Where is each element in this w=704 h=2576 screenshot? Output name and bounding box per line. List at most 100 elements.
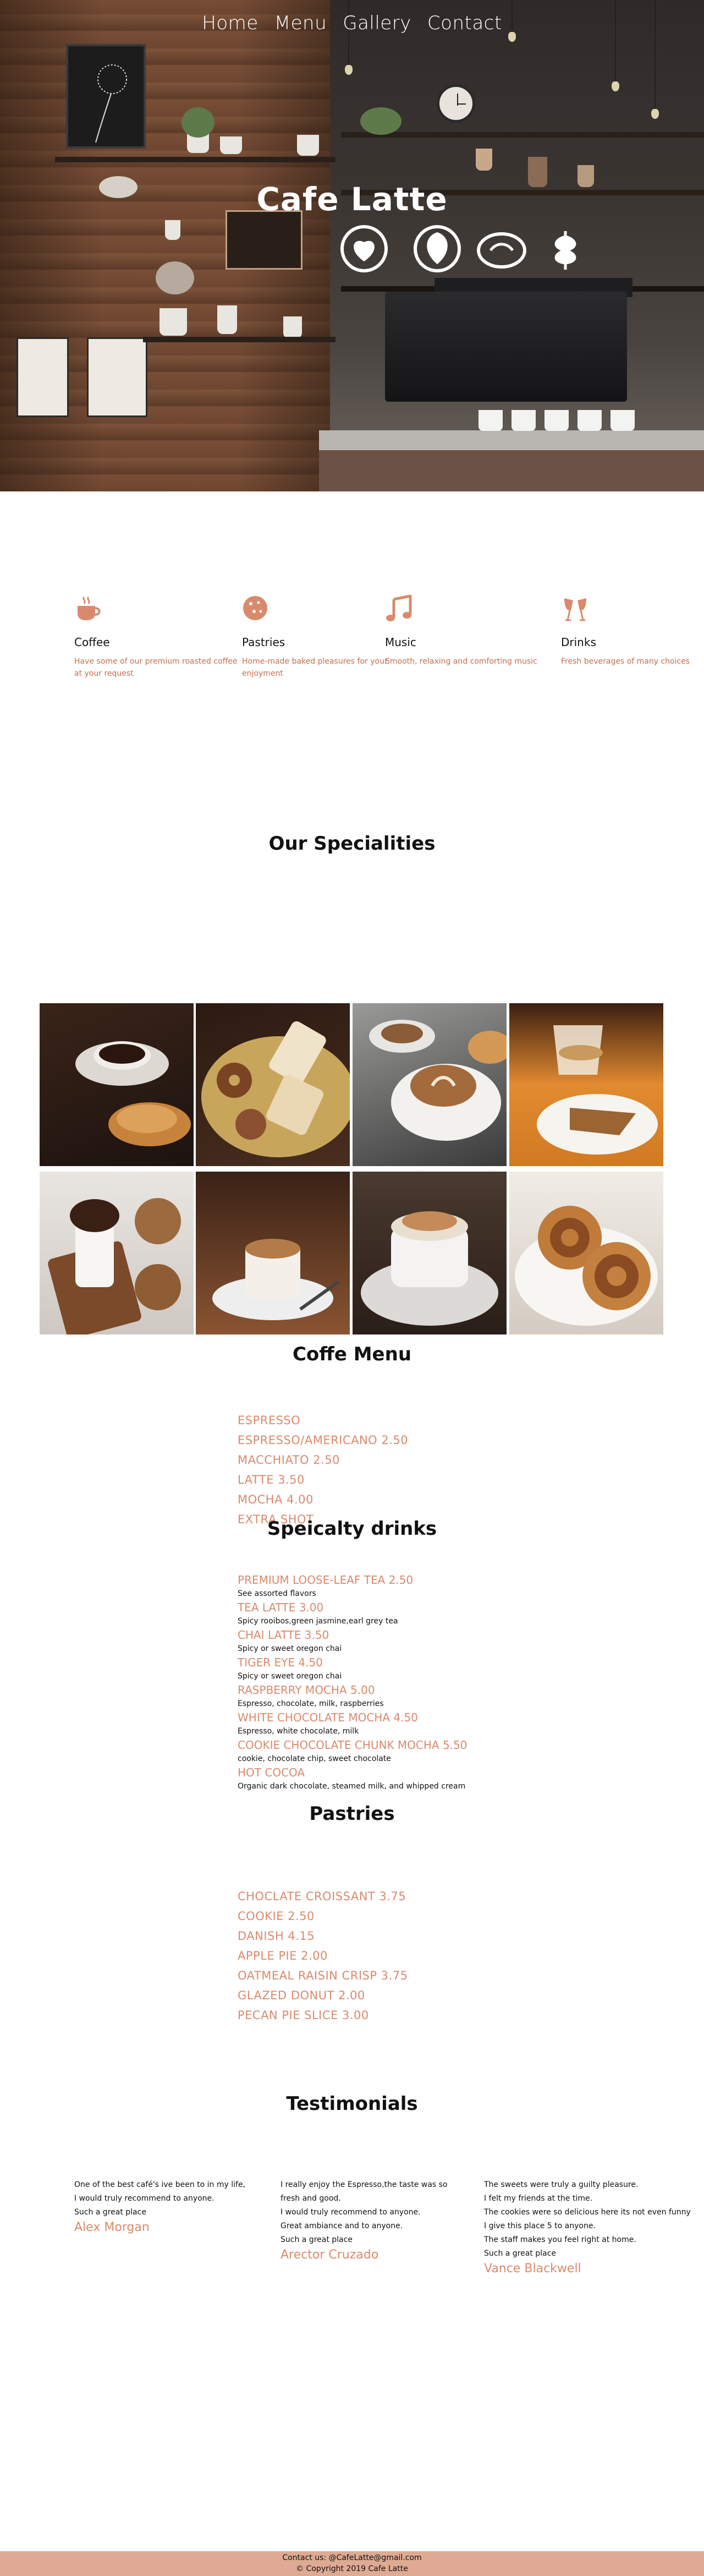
feature-desc: Have some of our premium roasted coffee … xyxy=(74,657,238,678)
drink-desc: Spicy or sweet oregon chai xyxy=(238,1644,342,1653)
testimonial-card: One of the best café's ive been to in my… xyxy=(74,2178,256,2234)
drink-desc: Espresso, chocolate, milk, raspberries xyxy=(238,1699,384,1708)
drink-name: PREMIUM LOOSE-LEAF TEA 2.50 xyxy=(238,1573,414,1587)
drink-name: COOKIE CHOCOLATE CHUNK MOCHA 5.50 xyxy=(238,1738,468,1752)
gallery-photo[interactable] xyxy=(196,1172,350,1335)
feature-title: Drinks xyxy=(561,636,596,649)
cheers-glasses-icon xyxy=(564,598,586,621)
latte-art-tulip-icon xyxy=(414,225,461,272)
drink-desc: Organic dark chocolate, steamed milk, an… xyxy=(238,1782,466,1791)
drink-desc: Spicy or sweet oregon chai xyxy=(238,1672,342,1681)
main-nav: Home Menu Gallery Contact xyxy=(0,12,704,34)
drink-name: WHITE CHOCOLATE MOCHA 4.50 xyxy=(238,1711,418,1724)
testimonial-text: The cookies were so delicious here its n… xyxy=(484,2208,691,2217)
testimonial-text: Such a great place xyxy=(74,2208,146,2217)
drink-desc: Spicy rooibos,green jasmine,earl grey te… xyxy=(238,1617,398,1626)
pastries-section: CHOCLATE CROISSANT 3.75 COOKIE 2.50 DANI… xyxy=(0,1826,704,2115)
feature-coffee: Coffee Have some of our premium roasted … xyxy=(74,595,239,680)
latte-art-heart-icon xyxy=(340,225,388,272)
nav-gallery-link[interactable]: Gallery xyxy=(343,12,411,34)
latte-art-cup-icon xyxy=(477,232,526,269)
testimonial-text: I felt my friends at the time. xyxy=(484,2194,593,2203)
menu-item: MACCHIATO 2.50 xyxy=(238,1453,340,1467)
feature-title: Pastries xyxy=(242,636,285,649)
drink-desc: cookie, chocolate chip, sweet chocolate xyxy=(238,1754,391,1763)
testimonial-text: Such a great place xyxy=(280,2235,353,2244)
feature-desc: Home-made baked pleasures for your enjoy… xyxy=(242,657,388,678)
menu-item: PECAN PIE SLICE 3.00 xyxy=(238,2009,369,2022)
menu-item: LATTE 3.50 xyxy=(238,1473,305,1486)
drink-desc: See assorted flavors xyxy=(238,1589,316,1598)
menu-item: APPLE PIE 2.00 xyxy=(238,1949,328,1962)
hero-title: Cafe Latte xyxy=(256,181,448,218)
dandelion-picture xyxy=(66,44,146,149)
testimonial-card: The sweets were truly a guilty pleasure.… xyxy=(484,2178,693,2276)
menu-clipboard xyxy=(87,337,147,417)
music-note-icon xyxy=(386,594,412,621)
drinks-list: PREMIUM LOOSE-LEAF TEA 2.50 See assorted… xyxy=(238,1573,468,1793)
drink-desc: Espresso, white chocolate, milk xyxy=(238,1727,359,1736)
feature-title: Coffee xyxy=(74,636,110,649)
gallery-photo[interactable] xyxy=(40,1003,194,1166)
menu-item: GLAZED DONUT 2.00 xyxy=(238,1989,365,2002)
features-section: Coffee Have some of our premium roasted … xyxy=(0,491,704,756)
gallery-photo[interactable] xyxy=(196,1003,350,1166)
menu-item: COOKIE 2.50 xyxy=(238,1910,315,1923)
gallery-photo[interactable] xyxy=(353,1172,507,1335)
drink-name: HOT COCOA xyxy=(238,1766,305,1779)
drink-name: TEA LATTE 3.00 xyxy=(238,1601,324,1614)
hero-section: Home Menu Gallery Contact Cafe Latte xyxy=(0,0,704,491)
testimonial-text: I would truly recommend to anyone. xyxy=(74,2194,215,2203)
gallery-photo[interactable] xyxy=(40,1172,194,1335)
menu-item: ESPRESSO/AMERICANO 2.50 xyxy=(238,1434,409,1447)
testimonial-card: I really enjoy the Espresso,the taste wa… xyxy=(280,2178,462,2262)
latte-art-leaf-icon xyxy=(554,231,576,270)
coffee-menu-section: Coffe Menu ESPRESSO ESPRESSO/AMERICANO 2… xyxy=(0,1343,704,1556)
section-title: Our Specialities xyxy=(268,833,436,855)
menu-clipboard xyxy=(16,337,69,417)
testimonial-text: The staff makes you feel right at home. xyxy=(484,2235,636,2244)
pastries-list: CHOCLATE CROISSANT 3.75 COOKIE 2.50 DANI… xyxy=(238,1886,408,2025)
testimonial-text: The sweets were truly a guilty pleasure. xyxy=(484,2180,639,2189)
feature-desc: Smooth, relaxing and comforting music xyxy=(385,657,537,666)
testimonial-text: fresh and good. xyxy=(280,2194,341,2203)
testimonial-author: Arector Cruzado xyxy=(280,2248,379,2262)
drink-name: RASPBERRY MOCHA 5.00 xyxy=(238,1683,375,1697)
footer: Contact us: @CafeLatte@gmail.com © Copyr… xyxy=(0,2551,704,2576)
feature-drinks: Drinks Fresh beverages of many choices xyxy=(561,595,704,668)
menu-item: CHOCLATE CROISSANT 3.75 xyxy=(238,1890,406,1903)
testimonial-text: One of the best café's ive been to in my… xyxy=(74,2180,246,2189)
nav-home-link[interactable]: Home xyxy=(202,12,258,34)
testimonial-text: I really enjoy the Espresso,the taste wa… xyxy=(280,2180,448,2189)
testimonial-author: Alex Morgan xyxy=(74,2220,150,2234)
chalk-sign xyxy=(226,210,302,270)
section-title: Coffe Menu xyxy=(292,1343,412,1365)
menu-item: MOCHA 4.00 xyxy=(238,1493,314,1506)
menu-item: ESPRESSO xyxy=(238,1414,301,1427)
drink-name: CHAI LATTE 3.50 xyxy=(238,1628,329,1642)
drink-name: TIGER EYE 4.50 xyxy=(238,1656,323,1669)
testimonial-author: Vance Blackwell xyxy=(484,2262,581,2276)
feature-title: Music xyxy=(385,636,416,649)
feature-desc: Fresh beverages of many choices xyxy=(561,657,690,666)
gallery-photo[interactable] xyxy=(353,1003,507,1166)
gallery-photo[interactable] xyxy=(509,1003,663,1166)
specialty-drinks-section: PREMIUM LOOSE-LEAF TEA 2.50 See assorted… xyxy=(0,1556,704,1826)
feature-music: Music Smooth, relaxing and comforting mu… xyxy=(385,594,550,668)
footer-copyright: © Copyright 2019 Cafe Latte xyxy=(296,2564,408,2573)
footer-contact-link[interactable]: Contact us: @CafeLatte@gmail.com xyxy=(0,2552,704,2563)
nav-menu-link[interactable]: Menu xyxy=(274,12,327,34)
testimonials-section: One of the best café's ive been to in my… xyxy=(0,2107,704,2415)
testimonial-text: Great ambiance and to anyone. xyxy=(280,2222,403,2230)
specialities-section: Our Specialities xyxy=(0,756,704,1003)
coffee-menu-list: ESPRESSO ESPRESSO/AMERICANO 2.50 MACCHIA… xyxy=(238,1410,408,1529)
cookie-icon xyxy=(243,596,267,620)
section-title: Speicalty drinks xyxy=(267,1518,437,1540)
photo-gallery xyxy=(0,1003,704,1347)
feature-pastries: Pastries Home-made baked pleasures for y… xyxy=(242,595,407,680)
coffee-cup-icon xyxy=(78,596,101,620)
nav-contact-link[interactable]: Contact xyxy=(427,12,502,34)
menu-item: DANISH 4.15 xyxy=(238,1929,315,1943)
testimonial-text: I give this place 5 to anyone. xyxy=(484,2222,596,2230)
gallery-photo[interactable] xyxy=(509,1172,663,1335)
